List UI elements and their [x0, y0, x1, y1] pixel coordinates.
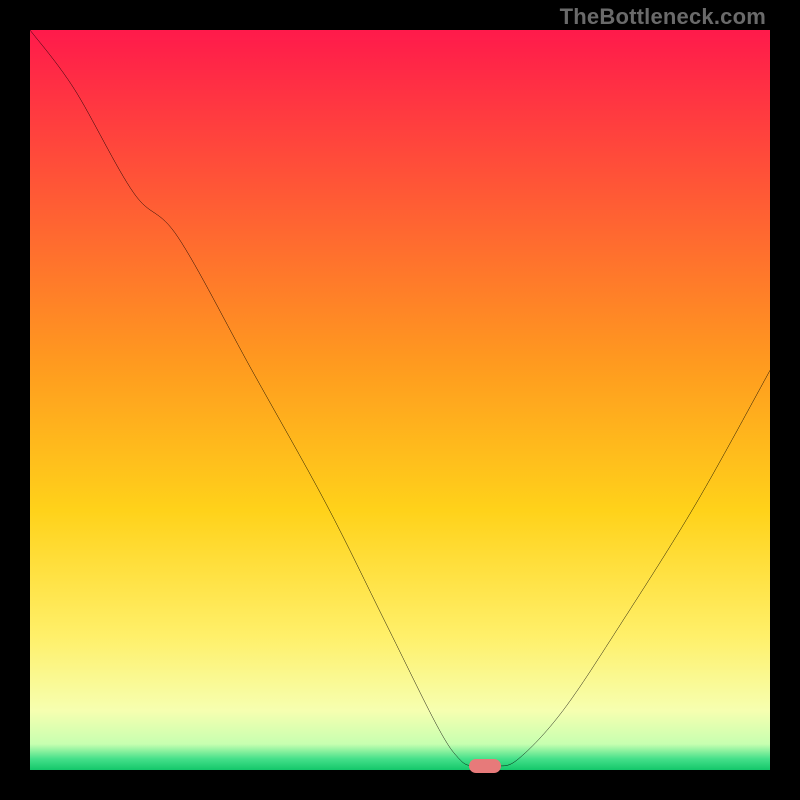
bottleneck-curve [30, 30, 770, 770]
chart-frame: TheBottleneck.com [0, 0, 800, 800]
attribution-label: TheBottleneck.com [560, 4, 766, 30]
plot-area [30, 30, 770, 770]
optimum-marker [469, 759, 501, 773]
